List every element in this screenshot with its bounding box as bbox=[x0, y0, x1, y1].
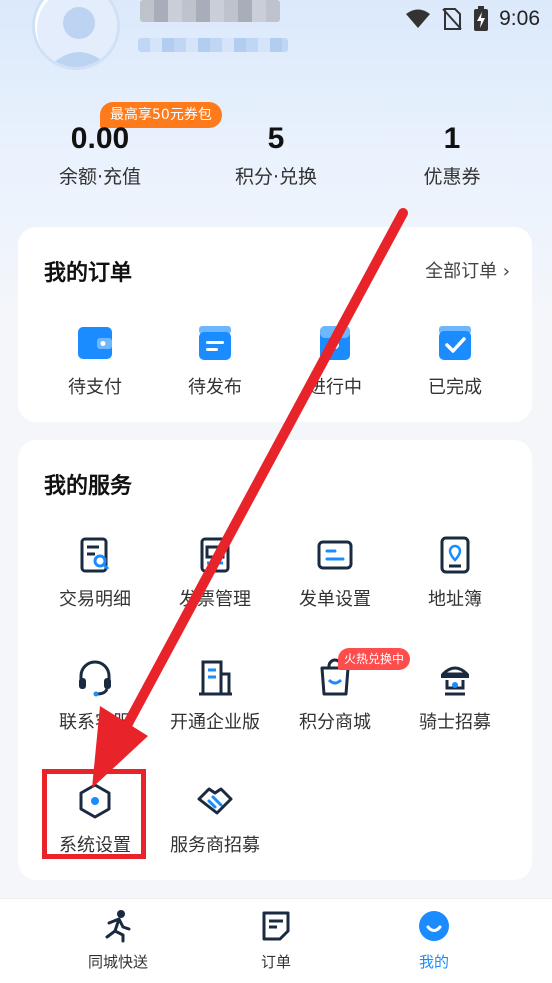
stat-value: 1 bbox=[443, 122, 461, 155]
order-label: 进行中 bbox=[308, 377, 362, 398]
profile-icon bbox=[419, 911, 449, 941]
rider-icon bbox=[441, 666, 469, 696]
service-label: 骑士招募 bbox=[419, 712, 491, 733]
service-label: 发票管理 bbox=[179, 589, 251, 610]
wallet-icon bbox=[78, 327, 112, 359]
runner-icon bbox=[105, 910, 131, 943]
tab-label: 同城快送 bbox=[87, 953, 148, 971]
status-time: 9:06 bbox=[499, 7, 540, 30]
enterprise-icon bbox=[199, 660, 232, 696]
tab-label: 订单 bbox=[260, 953, 291, 971]
service-invoices[interactable]: 发票管理 bbox=[155, 535, 275, 611]
address-book-icon bbox=[440, 536, 470, 574]
account-stats: 0.00 余额·充值 5 积分·兑换 1 优惠券 bbox=[0, 104, 552, 194]
orders-card: 我的订单 全部订单 › 待支付 待发布 进行中 已完成 bbox=[18, 227, 532, 422]
hot-badge: 火热兑换中 bbox=[338, 648, 411, 670]
stat-value: 5 bbox=[267, 122, 285, 155]
battery-charging-icon bbox=[474, 6, 489, 31]
status-bar: 9:06 bbox=[0, 0, 552, 38]
order-completed[interactable]: 已完成 bbox=[395, 323, 515, 399]
tab-profile[interactable]: 我的 bbox=[374, 909, 494, 972]
service-address-book[interactable]: 地址簿 bbox=[395, 535, 515, 611]
stat-value: 0.00 bbox=[70, 122, 130, 155]
services-title: 我的服务 bbox=[44, 474, 133, 499]
stat-balance[interactable]: 0.00 余额·充值 bbox=[20, 122, 180, 189]
stat-label: 优惠券 bbox=[423, 166, 481, 188]
stat-label: 积分·兑换 bbox=[234, 166, 318, 188]
order-label: 已完成 bbox=[428, 377, 482, 398]
order-label: 待发布 bbox=[188, 377, 242, 398]
service-label: 地址簿 bbox=[428, 589, 482, 610]
order-settings-icon bbox=[317, 540, 353, 570]
all-orders-link[interactable]: 全部订单 › bbox=[425, 257, 510, 283]
order-pending-payment[interactable]: 待支付 bbox=[35, 323, 155, 399]
service-label: 开通企业版 bbox=[170, 712, 260, 733]
service-transactions[interactable]: 交易明细 bbox=[35, 535, 155, 611]
invoice-icon bbox=[200, 537, 230, 573]
stat-points[interactable]: 5 积分·兑换 bbox=[196, 122, 356, 189]
annotation-highlight-box bbox=[42, 769, 146, 859]
service-label: 服务商招募 bbox=[170, 835, 260, 856]
service-order-settings[interactable]: 发单设置 bbox=[275, 535, 395, 611]
tab-label: 我的 bbox=[418, 953, 449, 971]
completed-icon bbox=[439, 326, 471, 360]
headset-icon bbox=[79, 660, 111, 697]
user-id-blurred bbox=[138, 38, 288, 52]
stat-coupons[interactable]: 1 优惠券 bbox=[372, 122, 532, 189]
no-sim-icon bbox=[442, 8, 462, 30]
order-icon bbox=[262, 911, 290, 941]
service-provider-recruit[interactable]: 服务商招募 bbox=[155, 781, 275, 857]
bottom-tab-bar: 同城快送 订单 我的 bbox=[0, 898, 552, 983]
tab-express[interactable]: 同城快送 bbox=[58, 909, 178, 972]
service-label: 联系客服 bbox=[59, 712, 131, 733]
transaction-icon bbox=[80, 537, 110, 573]
wifi-icon bbox=[406, 9, 431, 28]
orders-title: 我的订单 bbox=[44, 261, 133, 286]
service-label: 交易明细 bbox=[59, 589, 131, 610]
in-progress-icon bbox=[320, 326, 350, 360]
service-label: 发单设置 bbox=[299, 589, 371, 610]
order-pending-publish[interactable]: 待发布 bbox=[155, 323, 275, 399]
service-label: 积分商城 bbox=[299, 712, 371, 733]
publish-icon bbox=[199, 326, 231, 360]
tab-orders[interactable]: 订单 bbox=[216, 909, 336, 972]
order-label: 待支付 bbox=[68, 377, 122, 398]
handshake-icon bbox=[197, 787, 233, 815]
service-enterprise[interactable]: 开通企业版 bbox=[155, 658, 275, 734]
service-rider-recruit[interactable]: 骑士招募 bbox=[395, 658, 515, 734]
order-in-progress[interactable]: 进行中 bbox=[275, 323, 395, 399]
service-customer-support[interactable]: 联系客服 bbox=[35, 658, 155, 734]
stat-label: 余额·充值 bbox=[58, 166, 142, 188]
